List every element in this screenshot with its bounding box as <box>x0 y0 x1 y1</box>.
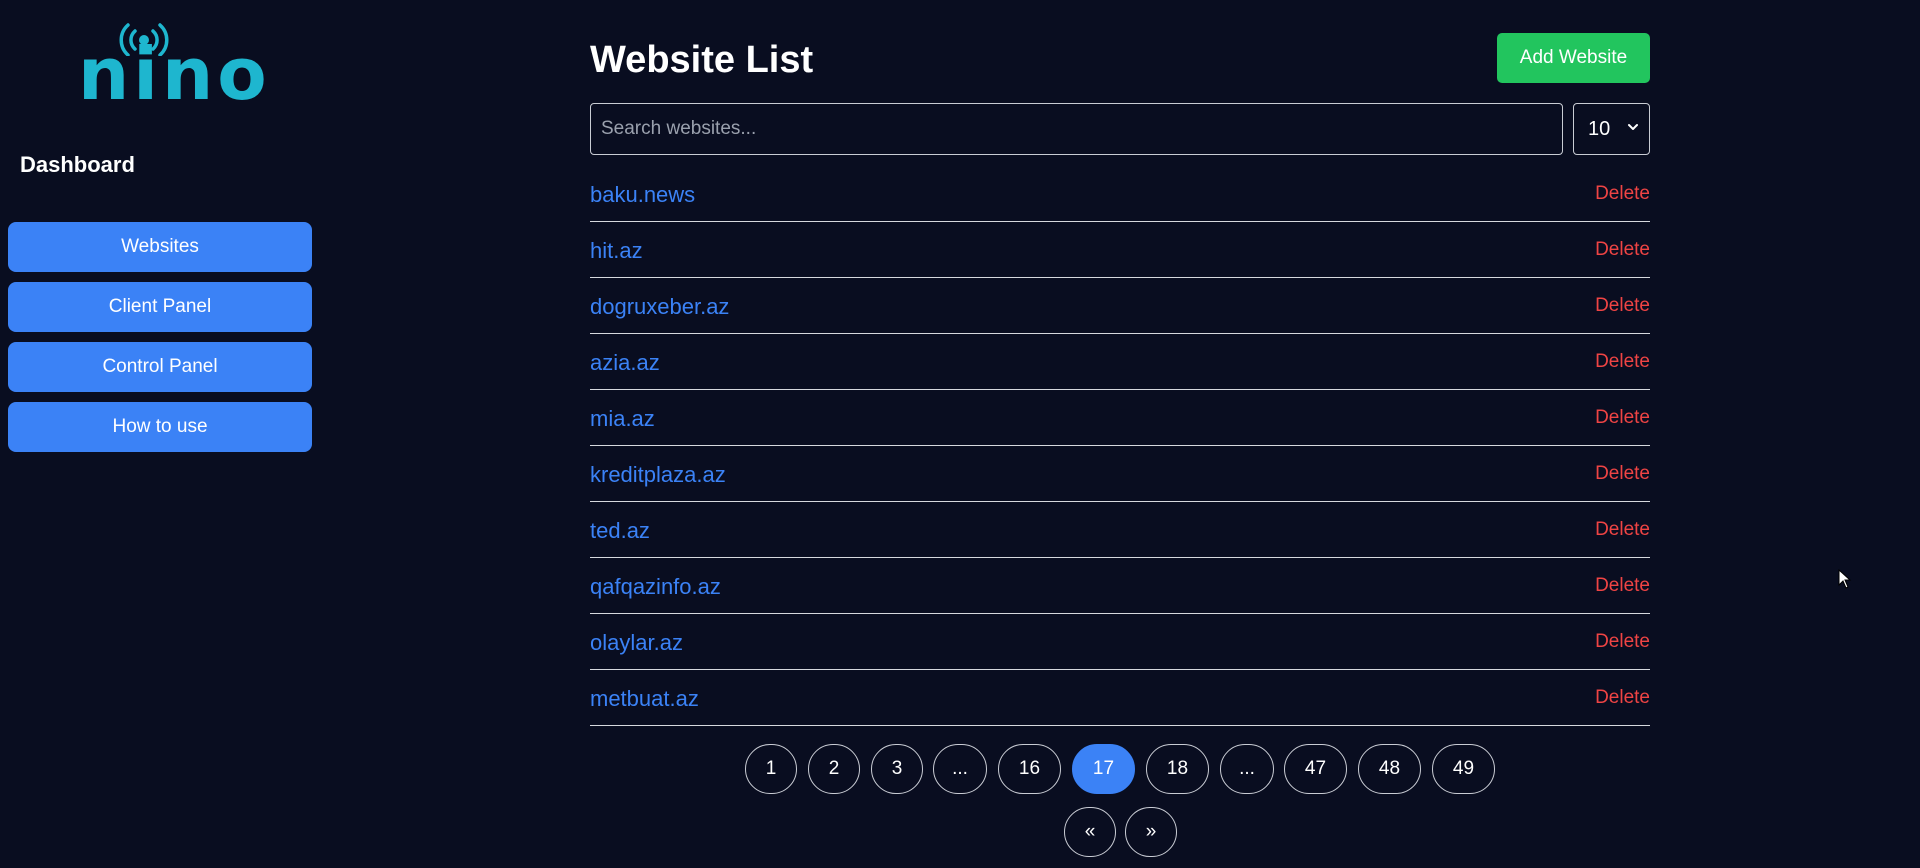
website-link[interactable]: mia.az <box>590 406 655 432</box>
delete-link[interactable]: Delete <box>1595 687 1650 709</box>
website-list: baku.news Delete hit.az Delete dogruxebe… <box>590 166 1650 726</box>
page-button-1[interactable]: 1 <box>745 744 797 794</box>
pagination: 1 2 3 ... 16 17 18 ... 47 48 49 <box>590 744 1650 798</box>
list-item: azia.az Delete <box>590 334 1650 390</box>
list-item: baku.news Delete <box>590 166 1650 222</box>
add-website-button[interactable]: Add Website <box>1497 33 1650 83</box>
list-item: metbuat.az Delete <box>590 670 1650 726</box>
list-item: olaylar.az Delete <box>590 614 1650 670</box>
page-button-3[interactable]: 3 <box>871 744 923 794</box>
website-link[interactable]: qafqazinfo.az <box>590 574 721 600</box>
page-ellipsis[interactable]: ... <box>1220 744 1274 794</box>
delete-link[interactable]: Delete <box>1595 575 1650 597</box>
page-button-47[interactable]: 47 <box>1284 744 1347 794</box>
page-ellipsis[interactable]: ... <box>933 744 987 794</box>
page-size-select[interactable]: 10 <box>1573 103 1650 155</box>
website-link[interactable]: baku.news <box>590 182 695 208</box>
mouse-pointer-icon <box>1838 569 1852 589</box>
website-link[interactable]: metbuat.az <box>590 686 699 712</box>
list-item: qafqazinfo.az Delete <box>590 558 1650 614</box>
website-link[interactable]: ted.az <box>590 518 650 544</box>
delete-link[interactable]: Delete <box>1595 295 1650 317</box>
list-item: kreditplaza.az Delete <box>590 446 1650 502</box>
list-item: dogruxeber.az Delete <box>590 278 1650 334</box>
brand-logo[interactable]: nino <box>78 20 267 110</box>
page-button-49[interactable]: 49 <box>1432 744 1495 794</box>
prev-page-button[interactable]: « <box>1064 807 1116 857</box>
page-size-value: 10 <box>1588 117 1611 140</box>
app-root: nino Dashboard Websites Client Panel Con… <box>0 0 1920 868</box>
website-link[interactable]: kreditplaza.az <box>590 462 726 488</box>
next-page-button[interactable]: » <box>1125 807 1177 857</box>
list-item: mia.az Delete <box>590 390 1650 446</box>
sidebar-item-how-to-use[interactable]: How to use <box>8 402 312 452</box>
website-link[interactable]: dogruxeber.az <box>590 294 729 320</box>
pagination-nav: « » <box>590 807 1650 861</box>
brand-name: nino <box>78 32 271 116</box>
page-button-17-current[interactable]: 17 <box>1072 744 1135 794</box>
page-button-48[interactable]: 48 <box>1358 744 1421 794</box>
delete-link[interactable]: Delete <box>1595 407 1650 429</box>
dashboard-title: Dashboard <box>20 152 135 177</box>
sidebar-item-control-panel[interactable]: Control Panel <box>8 342 312 392</box>
delete-link[interactable]: Delete <box>1595 463 1650 485</box>
sidebar-item-websites[interactable]: Websites <box>8 222 312 272</box>
delete-link[interactable]: Delete <box>1595 351 1650 373</box>
sidebar-item-client-panel[interactable]: Client Panel <box>8 282 312 332</box>
chevron-down-icon <box>1628 124 1638 130</box>
list-item: ted.az Delete <box>590 502 1650 558</box>
website-link[interactable]: hit.az <box>590 238 643 264</box>
sidebar: nino Dashboard Websites Client Panel Con… <box>0 0 320 868</box>
delete-link[interactable]: Delete <box>1595 183 1650 205</box>
delete-link[interactable]: Delete <box>1595 519 1650 541</box>
delete-link[interactable]: Delete <box>1595 239 1650 261</box>
page-button-2[interactable]: 2 <box>808 744 860 794</box>
page-button-16[interactable]: 16 <box>998 744 1061 794</box>
website-link[interactable]: olaylar.az <box>590 630 683 656</box>
search-input[interactable] <box>590 103 1563 155</box>
page-title: Website List <box>590 39 814 81</box>
website-link[interactable]: azia.az <box>590 350 660 376</box>
sidebar-nav: Websites Client Panel Control Panel How … <box>8 222 312 462</box>
page-button-18[interactable]: 18 <box>1146 744 1209 794</box>
list-item: hit.az Delete <box>590 222 1650 278</box>
delete-link[interactable]: Delete <box>1595 631 1650 653</box>
